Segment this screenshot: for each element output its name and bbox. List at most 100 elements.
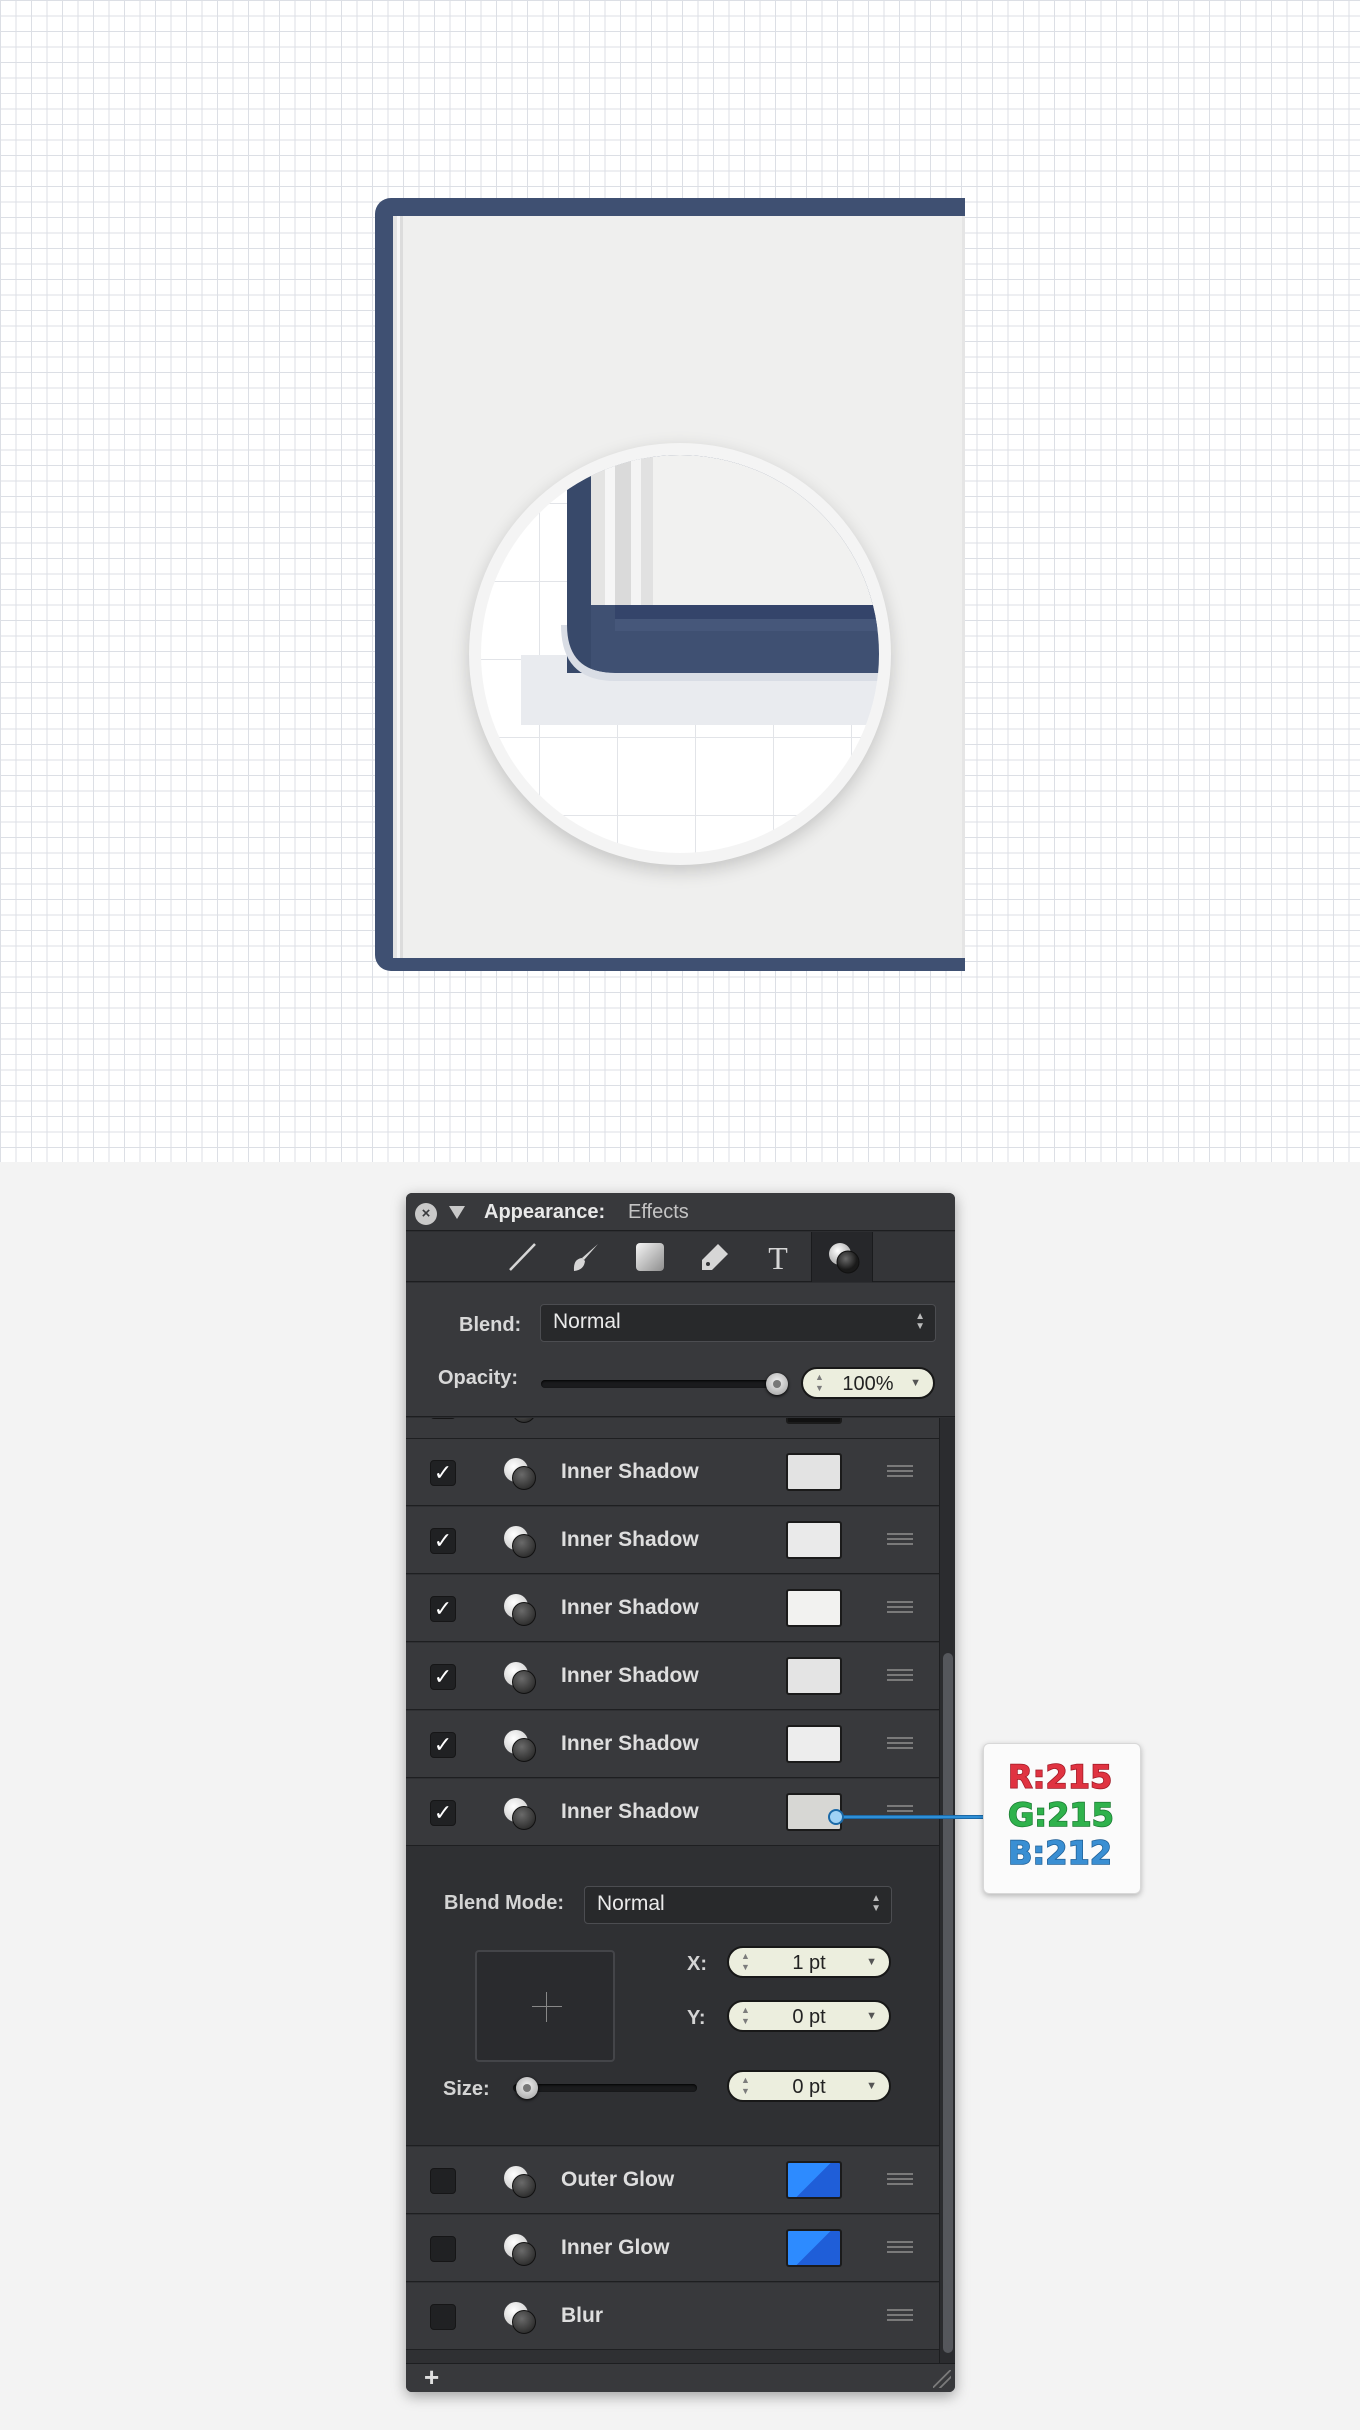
effect-color-swatch[interactable] <box>786 1418 842 1424</box>
effect-row[interactable]: ✓ Inner Shadow <box>406 1507 939 1574</box>
effect-row[interactable]: ✓ Inner Shadow <box>406 1439 939 1506</box>
effects-list: ✓ Inner Shadow ✓ Inner Shadow ✓ Inner Shadow ✓… <box>406 1418 939 2363</box>
effect-label: Inner Glow <box>561 2236 670 2259</box>
blend-mode-label: Blend Mode: <box>444 1892 564 1914</box>
effect-color-swatch[interactable] <box>786 1453 842 1491</box>
callout-g-value: G:215 <box>1007 1795 1114 1835</box>
effect-checkbox[interactable]: ✓ <box>430 1732 456 1758</box>
effect-color-swatch[interactable] <box>786 1725 842 1763</box>
chevron-down-icon: ▼ <box>866 1956 877 1968</box>
drag-handle-icon[interactable] <box>887 2241 913 2253</box>
effect-icon <box>504 1730 538 1762</box>
drag-handle-icon[interactable] <box>887 1601 913 1613</box>
effect-label: Blur <box>561 2304 603 2327</box>
effect-icon <box>504 2234 538 2266</box>
effect-icon <box>504 1594 538 1626</box>
drag-handle-icon[interactable] <box>887 1737 913 1749</box>
offset-pad[interactable] <box>475 1950 615 2062</box>
effect-row[interactable]: Inner Glow <box>406 2215 939 2282</box>
select-arrows-icon: ▲ ▼ <box>871 1893 881 1914</box>
add-effect-button[interactable]: + <box>424 2362 439 2392</box>
x-offset-field[interactable]: ▲ ▼ 1 pt ▼ <box>727 1946 891 1978</box>
effect-color-swatch[interactable] <box>786 2161 842 2199</box>
drag-handle-icon[interactable] <box>887 2309 913 2321</box>
drag-handle-icon[interactable] <box>887 2173 913 2185</box>
size-value: 0 pt <box>792 2076 826 2098</box>
effect-row-partial[interactable] <box>406 1418 939 1439</box>
callout-anchor-dot <box>828 1809 844 1825</box>
effect-icon <box>504 1526 538 1558</box>
drag-handle-icon[interactable] <box>887 1465 913 1477</box>
artboard-canvas <box>0 0 1360 1162</box>
effect-color-swatch[interactable] <box>786 1589 842 1627</box>
chevron-down-icon: ▼ <box>866 2010 877 2022</box>
text-icon[interactable]: T <box>747 1232 809 1282</box>
blend-mode-select[interactable]: Normal ▲ ▼ <box>584 1886 892 1924</box>
effect-icon <box>504 1418 538 1423</box>
scrollbar-thumb[interactable] <box>943 1653 953 2353</box>
effect-label: Outer Glow <box>561 2168 675 2191</box>
effect-checkbox[interactable]: ✓ <box>430 1800 456 1826</box>
effect-icon <box>504 2302 538 2334</box>
drag-handle-icon[interactable] <box>887 1533 913 1545</box>
callout-b-value: B:212 <box>1007 1833 1112 1873</box>
y-offset-value: 0 pt <box>792 2006 826 2028</box>
effect-row[interactable]: Outer Glow <box>406 2147 939 2214</box>
effect-color-swatch[interactable] <box>786 2229 842 2267</box>
zoom-magnifier <box>469 443 891 865</box>
effect-color-swatch[interactable] <box>786 1657 842 1695</box>
x-label: X: <box>687 1953 707 1975</box>
effect-checkbox[interactable] <box>430 1418 456 1419</box>
effect-checkbox[interactable]: ✓ <box>430 1664 456 1690</box>
drag-handle-icon[interactable] <box>887 1669 913 1681</box>
inner-shadow-detail: Blend Mode: Normal ▲ ▼ X: ▲ ▼ 1 pt ▼ Y: ▲ ▼… <box>406 1852 939 2146</box>
effect-row[interactable]: ✓ Inner Shadow <box>406 1779 939 1846</box>
chevron-down-icon: ▼ <box>866 2080 877 2092</box>
blend-value: Normal <box>553 1310 621 1333</box>
svg-text:T: T <box>768 1241 788 1273</box>
callout-connector <box>838 1815 986 1819</box>
effect-checkbox[interactable]: ✓ <box>430 1596 456 1622</box>
panel-subtitle: Effects <box>628 1201 689 1223</box>
brush-icon[interactable] <box>555 1232 617 1282</box>
resize-grip-icon[interactable] <box>933 2370 951 2388</box>
size-slider[interactable] <box>513 2084 697 2092</box>
effect-icon <box>504 1798 538 1830</box>
opacity-field[interactable]: ▲ ▼ 100% ▼ <box>801 1367 935 1399</box>
effect-label: Inner Shadow <box>561 1460 699 1483</box>
chevron-down-icon: ▼ <box>910 1377 921 1389</box>
effect-color-swatch[interactable] <box>786 1521 842 1559</box>
panel-footer: + <box>406 2362 955 2392</box>
effect-checkbox[interactable] <box>430 2236 456 2262</box>
fill-square-icon[interactable] <box>619 1232 681 1282</box>
effect-label: Inner Shadow <box>561 1528 699 1551</box>
callout-r-value: R:215 <box>1007 1757 1113 1797</box>
blend-label: Blend: <box>459 1314 522 1336</box>
blend-settings: Blend: Normal ▲ ▼ Opacity: ▲ ▼ 100% ▼ <box>406 1283 955 1417</box>
effect-checkbox[interactable]: ✓ <box>430 1528 456 1554</box>
panel-titlebar[interactable]: × Appearance: Effects <box>406 1193 955 1231</box>
size-field[interactable]: ▲ ▼ 0 pt ▼ <box>727 2070 891 2102</box>
effects-scrollbar[interactable] <box>939 1418 955 2363</box>
close-x-icon[interactable]: × <box>415 1203 437 1225</box>
eraser-icon[interactable] <box>683 1232 745 1282</box>
collapse-triangle-icon[interactable] <box>449 1206 465 1219</box>
stroke-line-icon[interactable] <box>491 1232 553 1282</box>
effect-row[interactable]: ✓ Inner Shadow <box>406 1711 939 1778</box>
y-label: Y: <box>687 2007 706 2029</box>
effect-row[interactable]: Blur <box>406 2283 939 2350</box>
blend-select[interactable]: Normal ▲ ▼ <box>540 1304 936 1342</box>
x-offset-value: 1 pt <box>792 1952 826 1974</box>
size-slider-knob[interactable] <box>516 2077 538 2099</box>
effect-checkbox[interactable]: ✓ <box>430 1460 456 1486</box>
effect-row[interactable]: ✓ Inner Shadow <box>406 1643 939 1710</box>
opacity-slider[interactable] <box>541 1380 777 1388</box>
effect-checkbox[interactable] <box>430 2304 456 2330</box>
effect-row[interactable]: ✓ Inner Shadow <box>406 1575 939 1642</box>
opacity-slider-knob[interactable] <box>766 1373 788 1395</box>
effect-checkbox[interactable] <box>430 2168 456 2194</box>
effects-icon[interactable] <box>811 1232 873 1282</box>
size-label: Size: <box>443 2078 490 2100</box>
y-offset-field[interactable]: ▲ ▼ 0 pt ▼ <box>727 2000 891 2032</box>
effect-label: Inner Shadow <box>561 1732 699 1755</box>
